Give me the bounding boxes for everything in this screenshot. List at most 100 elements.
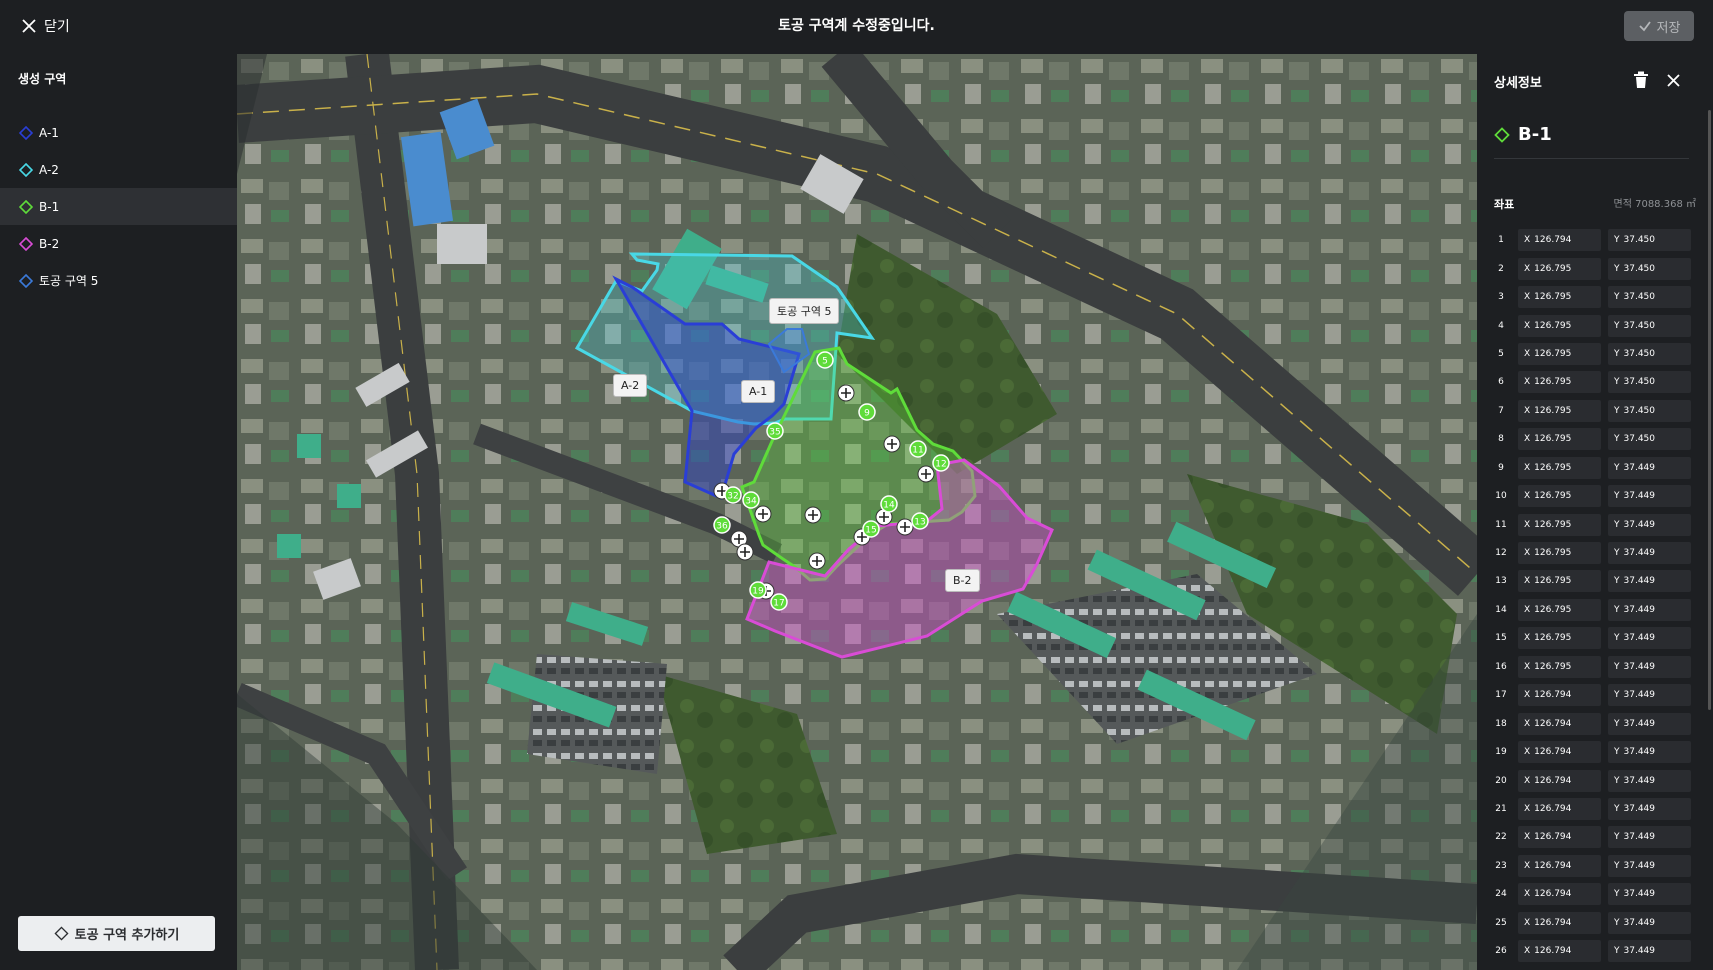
add-vertex-handle[interactable]	[896, 518, 914, 536]
x-coordinate-field[interactable]: X 126.795	[1518, 342, 1601, 365]
x-coordinate-field[interactable]: X 126.795	[1518, 428, 1601, 451]
save-button[interactable]: 저장	[1624, 11, 1694, 41]
vertex-handle[interactable]: 19	[749, 581, 767, 599]
y-coordinate-field[interactable]: Y 37.449	[1608, 769, 1691, 792]
coordinate-index: 1	[1498, 235, 1504, 246]
x-value: 126.795	[1534, 548, 1572, 559]
add-vertex-handle[interactable]	[917, 465, 935, 483]
add-vertex-handle[interactable]	[883, 435, 901, 453]
y-coordinate-field[interactable]: Y 37.450	[1608, 399, 1691, 422]
x-coordinate-field[interactable]: X 126.794	[1518, 883, 1601, 906]
y-coordinate-field[interactable]: Y 37.449	[1608, 741, 1691, 764]
x-value: 126.794	[1534, 917, 1572, 928]
add-vertex-handle[interactable]	[804, 506, 822, 524]
y-coordinate-field[interactable]: Y 37.449	[1608, 883, 1691, 906]
x-coordinate-field[interactable]: X 126.795	[1518, 655, 1601, 678]
x-coordinate-field[interactable]: X 126.794	[1518, 826, 1601, 849]
x-coordinate-field[interactable]: X 126.795	[1518, 485, 1601, 508]
x-coordinate-field[interactable]: X 126.795	[1518, 598, 1601, 621]
vertex-handle[interactable]: 9	[858, 403, 876, 421]
x-coordinate-field[interactable]: X 126.795	[1518, 399, 1601, 422]
y-coordinate-field[interactable]: Y 37.450	[1608, 257, 1691, 280]
x-coordinate-field[interactable]: X 126.794	[1518, 797, 1601, 820]
y-coordinate-field[interactable]: Y 37.450	[1608, 286, 1691, 309]
coordinate-row: 25 X 126.794 Y 37.449	[1491, 909, 1701, 937]
coordinate-table: 1 X 126.794 Y 37.450 2 X 126.795 Y 37.450 3 X 126.79…	[1491, 226, 1701, 965]
x-coordinate-field[interactable]: X 126.795	[1518, 314, 1601, 337]
x-value: 126.795	[1534, 320, 1572, 331]
y-coordinate-field[interactable]: Y 37.450	[1608, 342, 1691, 365]
y-coordinate-field[interactable]: Y 37.449	[1608, 570, 1691, 593]
y-coordinate-field[interactable]: Y 37.450	[1608, 314, 1691, 337]
x-coordinate-field[interactable]: X 126.794	[1518, 712, 1601, 735]
add-vertex-handle[interactable]	[754, 505, 772, 523]
y-coordinate-field[interactable]: Y 37.449	[1608, 542, 1691, 565]
x-coordinate-field[interactable]: X 126.794	[1518, 854, 1601, 877]
x-coordinate-field[interactable]: X 126.795	[1518, 570, 1601, 593]
vertex-handle[interactable]: 11	[909, 440, 927, 458]
y-coordinate-field[interactable]: Y 37.449	[1608, 826, 1691, 849]
vertex-handle[interactable]: 17	[770, 593, 788, 611]
x-coordinate-field[interactable]: X 126.795	[1518, 286, 1601, 309]
y-coordinate-field[interactable]: Y 37.449	[1608, 712, 1691, 735]
vertex-handle[interactable]: 32	[724, 486, 742, 504]
x-coordinate-field[interactable]: X 126.795	[1518, 513, 1601, 536]
y-coordinate-field[interactable]: Y 37.450	[1608, 371, 1691, 394]
y-value: 37.449	[1623, 747, 1656, 758]
zone-b2-map-label[interactable]: B-2	[945, 569, 980, 592]
y-coordinate-field[interactable]: Y 37.449	[1608, 456, 1691, 479]
add-vertex-handle[interactable]	[837, 384, 855, 402]
vertex-handle[interactable]: 13	[911, 512, 929, 530]
add-zone-button[interactable]: 토공 구역 추가하기	[18, 916, 215, 951]
y-coordinate-field[interactable]: Y 37.449	[1608, 797, 1691, 820]
zone-item-label: A-1	[39, 125, 59, 140]
x-coordinate-field[interactable]: X 126.794	[1518, 940, 1601, 963]
zone-a2-map-label[interactable]: A-2	[613, 374, 648, 397]
x-coordinate-field[interactable]: X 126.794	[1518, 769, 1601, 792]
x-coordinate-field[interactable]: X 126.795	[1518, 257, 1601, 280]
add-vertex-handle[interactable]	[808, 552, 826, 570]
zone-item[interactable]: A-1	[0, 114, 237, 151]
x-coordinate-field[interactable]: X 126.794	[1518, 229, 1601, 252]
zone-a1-map-label[interactable]: A-1	[741, 380, 776, 403]
vertex-handle[interactable]: 12	[932, 454, 950, 472]
zone-item[interactable]: B-2	[0, 225, 237, 262]
x-coordinate-field[interactable]: X 126.795	[1518, 627, 1601, 650]
x-coordinate-field[interactable]: X 126.795	[1518, 371, 1601, 394]
zone-item[interactable]: 토공 구역 5	[0, 262, 237, 299]
x-coordinate-field[interactable]: X 126.794	[1518, 684, 1601, 707]
coordinate-row: 15 X 126.795 Y 37.449	[1491, 624, 1701, 652]
y-coordinate-field[interactable]: Y 37.449	[1608, 513, 1691, 536]
x-coordinate-field[interactable]: X 126.794	[1518, 741, 1601, 764]
x-coordinate-field[interactable]: X 126.794	[1518, 911, 1601, 934]
vertex-handle[interactable]: 15	[862, 520, 880, 538]
trash-icon[interactable]	[1633, 71, 1649, 89]
x-coordinate-field[interactable]: X 126.795	[1518, 456, 1601, 479]
zone-item[interactable]: B-1	[0, 188, 237, 225]
vertex-handle[interactable]: 36	[713, 516, 731, 534]
scrollbar[interactable]	[1708, 110, 1711, 710]
y-coordinate-field[interactable]: Y 37.449	[1608, 485, 1691, 508]
zone-5-map-label[interactable]: 토공 구역 5	[769, 298, 840, 324]
y-coordinate-field[interactable]: Y 37.449	[1608, 684, 1691, 707]
zone-item[interactable]: A-2	[0, 151, 237, 188]
x-coordinate-field[interactable]: X 126.795	[1518, 542, 1601, 565]
vertex-handle[interactable]: 14	[880, 495, 898, 513]
y-coordinate-field[interactable]: Y 37.449	[1608, 598, 1691, 621]
close-icon[interactable]	[1667, 74, 1680, 87]
y-coordinate-field[interactable]: Y 37.450	[1608, 428, 1691, 451]
y-coordinate-field[interactable]: Y 37.449	[1608, 627, 1691, 650]
y-coordinate-field[interactable]: Y 37.449	[1608, 911, 1691, 934]
y-coordinate-field[interactable]: Y 37.449	[1608, 854, 1691, 877]
add-vertex-handle[interactable]	[736, 543, 754, 561]
y-coordinate-field[interactable]: Y 37.449	[1608, 655, 1691, 678]
zone-item-label: 토공 구역 5	[39, 274, 99, 288]
vertex-handle[interactable]: 34	[742, 491, 760, 509]
vertex-handle[interactable]: 35	[766, 422, 784, 440]
y-coordinate-field[interactable]: Y 37.449	[1608, 940, 1691, 963]
map-canvas[interactable]: 5 9 11 12 13 14 15 17 19 32 34 35 36 토공 구역 5 A-2 A-1…	[237, 54, 1477, 970]
zone-item-label: B-2	[39, 236, 60, 251]
vertex-handle[interactable]: 5	[816, 351, 834, 369]
y-coordinate-field[interactable]: Y 37.450	[1608, 229, 1691, 252]
coordinate-row: 2 X 126.795 Y 37.450	[1491, 254, 1701, 282]
